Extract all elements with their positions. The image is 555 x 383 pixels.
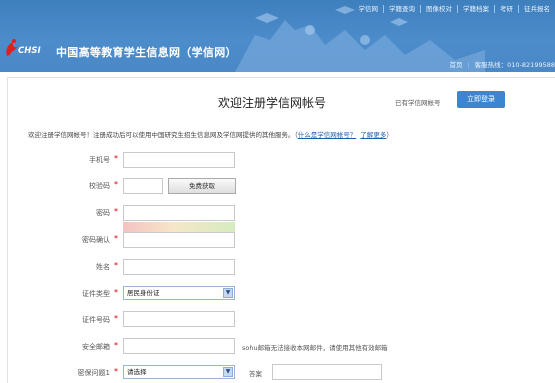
topnav-xueji-archive[interactable]: 学籍档案 xyxy=(457,5,494,13)
email-label: 安全邮箱 xyxy=(10,342,110,352)
phone-label: 手机号 xyxy=(10,155,110,165)
email-hint: sohu邮箱无法接收本网邮件，请使用其他有效邮箱 xyxy=(242,342,388,352)
topnav-military[interactable]: 征兵报名 xyxy=(518,5,555,13)
top-nav: 学信网学籍查询图像校对学籍档案考研征兵报名 xyxy=(354,3,555,15)
security-question-select[interactable]: 请选择 ▼ xyxy=(123,365,235,379)
password-input[interactable] xyxy=(123,205,235,221)
email-input[interactable] xyxy=(123,338,235,354)
phone-input[interactable] xyxy=(123,152,235,168)
code-label: 校验码 xyxy=(10,181,110,191)
id-type-value: 居民身份证 xyxy=(127,289,160,297)
required-mark: * xyxy=(114,341,118,350)
topnav-chsi[interactable]: 学信网 xyxy=(354,5,384,13)
answer-label: 答案 xyxy=(249,368,262,378)
intro-end: ） xyxy=(386,131,393,139)
logo-site-name: 中国高等教育学生信息网（学信网） xyxy=(56,44,237,60)
topnav-kaoyan[interactable]: 考研 xyxy=(494,5,518,13)
page-title: 欢迎注册学信网帐号 xyxy=(218,94,326,111)
intro-text: 欢迎注册学信网帐号！注册成功后可以使用中国研究生招生信息网及学信网提供的其他服务… xyxy=(28,129,393,139)
home-link[interactable]: 首页 xyxy=(449,61,462,69)
required-mark: * xyxy=(114,261,118,270)
answer-input[interactable] xyxy=(272,364,382,380)
learn-more-link[interactable]: 了解更多 xyxy=(360,131,386,139)
topnav-xueji-query[interactable]: 学籍查询 xyxy=(383,5,420,13)
required-mark: * xyxy=(114,314,118,323)
register-panel xyxy=(7,77,555,383)
id-number-label: 证件号码 xyxy=(10,315,110,325)
topnav-image-check[interactable]: 图像校对 xyxy=(420,5,457,13)
id-type-select[interactable]: 居民身份证 ▼ xyxy=(123,286,235,300)
required-mark: * xyxy=(114,234,118,243)
site-header: 学信网学籍查询图像校对学籍档案考研征兵报名 CHSI 中国高等教育学生信息网（学… xyxy=(0,0,555,72)
logo-chsi-text: CHSI xyxy=(18,46,41,56)
name-input[interactable] xyxy=(123,259,235,275)
hotline-text: 客服热线：010-82199588 xyxy=(475,61,555,69)
has-account-text: 已有学信网帐号 xyxy=(395,97,441,107)
required-mark: * xyxy=(114,367,118,376)
intro-body: 欢迎注册学信网帐号！注册成功后可以使用中国研究生招生信息网及学信网提供的其他服务… xyxy=(28,131,298,139)
chevron-down-icon[interactable]: ▼ xyxy=(223,288,233,298)
what-is-account-link[interactable]: 什么是学信网帐号？ xyxy=(298,131,357,139)
get-code-button[interactable]: 免费获取 xyxy=(168,178,236,194)
code-input[interactable] xyxy=(123,178,163,194)
required-mark: * xyxy=(114,180,118,189)
security-question-value: 请选择 xyxy=(127,368,147,376)
id-type-label: 证件类型 xyxy=(10,289,110,299)
required-mark: * xyxy=(114,288,118,297)
password-label: 密码 xyxy=(10,208,110,218)
confirm-password-label: 密码确认 xyxy=(10,235,110,245)
security-question-label: 密保问题1 xyxy=(10,368,110,378)
id-number-input[interactable] xyxy=(123,311,235,327)
password-strength-bar xyxy=(123,222,235,232)
confirm-password-input[interactable] xyxy=(123,232,235,248)
required-mark: * xyxy=(114,154,118,163)
sub-nav: 首页|客服热线：010-82199588 xyxy=(449,59,555,69)
login-button[interactable]: 立即登录 xyxy=(457,91,505,108)
required-mark: * xyxy=(114,207,118,216)
chevron-down-icon[interactable]: ▼ xyxy=(223,367,233,377)
name-label: 姓名 xyxy=(10,262,110,272)
